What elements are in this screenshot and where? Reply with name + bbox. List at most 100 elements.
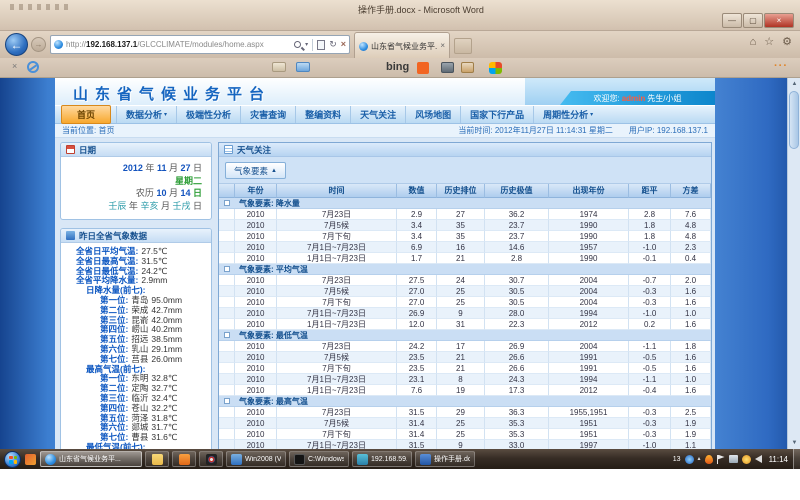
browser-tab[interactable]: 山东省气候业务平... × [354, 32, 450, 59]
volume-icon[interactable] [755, 455, 762, 463]
forward-button[interactable]: → [31, 37, 46, 52]
network-globe-icon[interactable] [685, 455, 694, 464]
table-group-row[interactable]: 气象要素: 降水量 [219, 198, 711, 209]
nav-item-7[interactable]: 国家下行产品 [460, 106, 533, 123]
action-center-flag-icon[interactable] [717, 455, 725, 464]
nav-item-1[interactable]: 数据分析▾ [116, 106, 176, 123]
table-cell: 27.5 [397, 275, 437, 286]
taskbar-clock[interactable]: 11:14 [769, 455, 788, 464]
column-header[interactable]: 时间 [277, 184, 397, 198]
column-header[interactable]: 年份 [235, 184, 277, 198]
date-line: 2012 年 11 月 27 日 [70, 162, 202, 175]
table-group-row[interactable]: 气象要素: 平均气温 [219, 264, 711, 275]
camera-icon[interactable] [441, 62, 454, 73]
nav-item-3[interactable]: 灾害查询 [240, 106, 295, 123]
taskbar-button-cmd[interactable]: C:\Windows\s... [289, 451, 349, 467]
update-icon[interactable] [742, 455, 751, 464]
taskbar-button-folder[interactable] [145, 451, 169, 467]
column-header[interactable]: 历史极值 [485, 184, 549, 198]
show-desktop-button[interactable] [793, 449, 800, 469]
plugin-icon[interactable] [489, 62, 502, 74]
refresh-icon[interactable]: ↻ [329, 40, 337, 49]
scroll-down-icon[interactable]: ▼ [788, 437, 800, 449]
table-group-row[interactable]: 气象要素: 最低气温 [219, 330, 711, 341]
taskbar-button-vm[interactable]: Win2008 (VS2... [226, 451, 286, 467]
station-name: 莒县 [131, 354, 148, 364]
address-bar[interactable]: http://192.168.137.1/GLCCLIMATE/modules/… [50, 35, 350, 54]
search-provider-icon[interactable] [417, 62, 429, 74]
url-text[interactable]: http://192.168.137.1/GLCCLIMATE/modules/… [66, 40, 291, 49]
stop-icon[interactable]: × [341, 40, 346, 49]
card-icon[interactable] [272, 62, 286, 72]
date-text: 月 [158, 201, 172, 211]
expander-icon[interactable] [224, 398, 230, 404]
scroll-up-icon[interactable]: ▲ [788, 78, 800, 90]
windows-logo-icon [9, 456, 17, 464]
column-header[interactable]: 方差 [671, 184, 711, 198]
antivirus-icon[interactable] [705, 455, 713, 464]
maximize-button[interactable]: ▢ [743, 13, 763, 28]
taskbar-button-pinned-app[interactable] [24, 451, 37, 467]
favorites-star-icon[interactable]: ☆ [764, 37, 774, 48]
tab-favicon [359, 42, 368, 51]
blocked-content-icon[interactable] [27, 61, 39, 73]
scrollbar-thumb[interactable] [789, 91, 799, 149]
column-header[interactable]: 出现年份 [549, 184, 629, 198]
search-dropdown-icon[interactable]: ▾ [305, 41, 308, 48]
expander-icon[interactable] [224, 332, 230, 338]
nav-item-6[interactable]: 风场地图 [405, 106, 460, 123]
back-button[interactable]: ← [5, 33, 28, 56]
table-cell: 7月5候 [277, 286, 397, 297]
expander-icon[interactable] [224, 200, 230, 206]
ie-icon [45, 454, 56, 465]
nav-item-8[interactable]: 周期性分析▾ [533, 106, 602, 123]
expander-icon[interactable] [224, 266, 230, 272]
new-tab-button[interactable] [454, 38, 472, 54]
nav-item-0[interactable]: 首页 [61, 105, 111, 124]
nav-item-2[interactable]: 极端性分析 [176, 106, 240, 123]
table-cell: 2010 [235, 209, 277, 220]
element-filter-button[interactable]: 气象要素 ▲ [225, 162, 286, 179]
bing-logo[interactable]: bing [386, 61, 409, 73]
station-value: 32.4℃ [151, 393, 177, 403]
taskbar-button-media-app[interactable] [199, 451, 223, 467]
taskbar-button-label: 山东省气候业务平... [59, 454, 121, 464]
table-cell: 2010 [235, 308, 277, 319]
minimize-button[interactable]: — [722, 13, 742, 28]
compatibility-icon[interactable] [317, 40, 325, 50]
network-icon[interactable] [729, 455, 738, 463]
table-cell: 7月1日~7月23日 [277, 242, 397, 253]
start-button[interactable] [4, 451, 21, 468]
nav-item-4[interactable]: 整编资料 [295, 106, 350, 123]
close-button[interactable]: × [764, 13, 794, 28]
page-scrollbar[interactable]: ▲ ▼ [787, 78, 800, 449]
column-header[interactable]: 数值 [397, 184, 437, 198]
table-group-row[interactable]: 气象要素: 最高气温 [219, 396, 711, 407]
table-cell: 4.8 [671, 220, 711, 231]
mail-icon[interactable] [296, 62, 310, 72]
more-options-icon[interactable]: ··· [774, 60, 788, 72]
taskbar-button-word[interactable]: 操作手册.docx -... [415, 451, 475, 467]
station-value: 31.8℃ [151, 413, 177, 423]
taskbar-button-ie[interactable]: 山东省气候业务平... [40, 451, 142, 467]
show-hidden-icons-icon[interactable]: ▴ [698, 456, 701, 462]
share-icon[interactable] [461, 62, 474, 73]
column-header-select[interactable] [219, 184, 235, 198]
rank-label: 第五位: [100, 413, 128, 423]
nav-item-5[interactable]: 天气关注 [350, 106, 405, 123]
date-text: 日 [190, 201, 202, 211]
rank-label: 第六位: [100, 344, 128, 354]
home-icon[interactable]: ⌂ [750, 37, 757, 48]
settings-gear-icon[interactable]: ⚙ [782, 37, 792, 48]
taskbar-button-orange-app[interactable] [172, 451, 196, 467]
table-cell: -1.1 [629, 341, 671, 352]
column-header[interactable]: 距平 [629, 184, 671, 198]
tab-close-icon[interactable]: × [440, 42, 445, 50]
table-cell: 31.4 [397, 429, 437, 440]
table-cell: 35.3 [485, 429, 549, 440]
column-header[interactable]: 历史排位 [437, 184, 485, 198]
search-icon[interactable] [294, 41, 301, 48]
taskbar-button-rdp[interactable]: 192.168.59.99... [352, 451, 412, 467]
close-toolbar-icon[interactable]: × [12, 62, 17, 71]
table-cell: 36.2 [485, 209, 549, 220]
